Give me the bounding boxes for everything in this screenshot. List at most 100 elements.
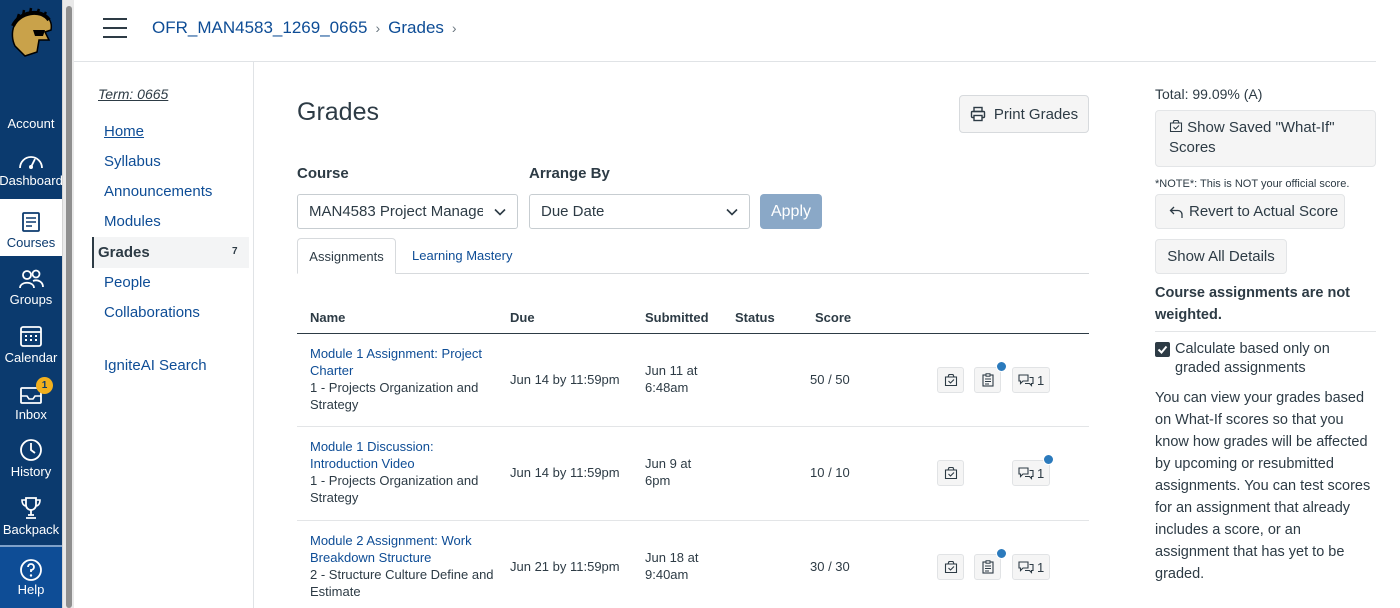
nav-calendar[interactable]: Calendar [0,314,62,371]
nav-history[interactable]: History [0,428,62,485]
calculate-graded-only-label[interactable]: Calculate based only on graded assignmen… [1175,340,1375,378]
nav-courses-label: Courses [6,235,56,250]
what-if-icon [944,466,957,480]
nav-help[interactable]: Help [0,545,62,608]
breadcrumb-course[interactable]: OFR_MAN4583_1269_0665 [152,18,367,38]
due-date: Jun 14 by 11:59pm [510,465,620,480]
comments-icon [1018,467,1034,480]
comment-count: 1 [1037,559,1045,575]
tab-divider [297,273,1089,274]
unread-dot [1043,454,1054,465]
arrange-by-value: Due Date [541,203,605,220]
course-select-value: MAN4583 Project Management [309,203,483,220]
assignment-module: 2 - Structure Culture Define and Estimat… [310,567,494,599]
inbox-badge: 1 [36,377,53,394]
chevron-down-icon [494,208,506,216]
breadcrumb-separator-icon: › [375,20,381,36]
left-scrollbar[interactable] [62,0,74,608]
arrange-by-select[interactable]: Due Date [529,194,750,229]
printer-icon [970,106,986,122]
unread-dot [996,361,1007,372]
term-label: Term: 0665 [98,86,169,102]
global-nav: Account Dashboard Courses Groups Calenda… [0,0,63,608]
comments-button[interactable]: 1 [1012,367,1051,393]
comment-count: 1 [1037,465,1045,481]
rubric-icon [981,560,994,574]
nav-account[interactable]: Account [0,80,62,137]
column-header-score: Score [815,310,852,325]
course-nav-grades-label: Grades [98,244,150,261]
nav-groups-label: Groups [9,292,53,307]
rubric-button[interactable] [974,367,1001,393]
tab-learning-mastery[interactable]: Learning Mastery [412,248,512,263]
page-title: Grades [297,98,379,126]
comments-icon [1018,374,1034,387]
grades-count-badge: 7 [232,246,238,257]
revert-to-actual-score-button[interactable]: Revert to Actual Score [1155,194,1345,229]
show-saved-what-if-label: Show Saved "What-If" Scores [1169,119,1335,156]
nav-courses[interactable]: Courses [0,199,62,256]
what-if-button[interactable] [937,460,964,486]
what-if-icon [944,560,957,574]
weighting-note: Course assignments are not weighted. [1155,285,1350,323]
what-if-icon [1169,119,1183,133]
official-score-note: *NOTE*: This is NOT your official score. [1155,178,1350,190]
menu-toggle-icon[interactable] [103,18,127,38]
rubric-icon [981,373,994,387]
show-saved-what-if-button[interactable]: Show Saved "What-If" Scores [1155,110,1376,167]
column-header-name: Name [310,310,346,325]
assignment-link[interactable]: Module 1 Assignment: Project Charter [310,346,495,379]
course-nav-igniteai-search[interactable]: IgniteAI Search [104,357,207,374]
score: 50 / 50 [810,372,850,387]
assignment-link[interactable]: Module 2 Assignment: Work Breakdown Stru… [310,533,495,566]
what-if-button[interactable] [937,554,964,580]
nav-dashboard[interactable]: Dashboard [0,137,63,194]
nav-history-label: History [10,464,52,479]
comments-icon [1018,561,1034,574]
comment-count: 1 [1037,372,1045,388]
nav-groups[interactable]: Groups [0,256,62,313]
arrange-by-label: Arrange By [529,165,610,182]
due-date: Jun 14 by 11:59pm [510,372,620,387]
show-all-details-button[interactable]: Show All Details [1155,239,1287,274]
course-nav-people[interactable]: People [104,274,151,291]
nav-inbox[interactable]: 1 Inbox [0,371,62,428]
course-nav-collaborations[interactable]: Collaborations [104,304,200,321]
course-label: Course [297,165,349,182]
checkmark-icon [1157,345,1168,354]
assignment-link[interactable]: Module 1 Discussion: Introduction Video [310,439,495,472]
tab-assignments[interactable]: Assignments [297,238,396,274]
course-nav-syllabus[interactable]: Syllabus [104,153,161,170]
what-if-button[interactable] [937,367,964,393]
print-grades-label: Print Grades [993,105,1079,123]
what-if-info-text: You can view your grades based on What-I… [1155,390,1371,582]
history-icon [20,439,42,461]
groups-icon [19,269,44,289]
chevron-down-icon [726,208,738,216]
what-if-icon [944,373,957,387]
dashboard-icon [19,156,43,169]
print-grades-button[interactable]: Print Grades [959,95,1089,133]
row-divider [297,426,1089,427]
breadcrumb-grades[interactable]: Grades [388,18,444,38]
nav-dashboard-label: Dashboard [0,173,63,188]
rubric-button[interactable] [974,554,1001,580]
apply-button[interactable]: Apply [760,194,822,229]
course-nav-modules[interactable]: Modules [104,213,161,230]
course-nav-announcements[interactable]: Announcements [104,183,212,200]
breadcrumb: OFR_MAN4583_1269_0665 › Grades › [152,18,457,38]
institution-logo-icon[interactable] [0,0,62,68]
scrollbar-thumb[interactable] [66,6,72,608]
nav-backpack[interactable]: Backpack [0,486,62,543]
column-header-submitted: Submitted [645,310,709,325]
total-grade: Total: 99.09% (A) [1155,86,1263,102]
nav-backpack-label: Backpack [2,522,60,537]
comments-button[interactable]: 1 [1012,554,1051,580]
course-select[interactable]: MAN4583 Project Management [297,194,518,229]
course-nav-home[interactable]: Home [104,123,144,140]
calculate-graded-only-checkbox[interactable] [1155,342,1170,357]
sidebar-divider [1155,331,1376,332]
help-icon [20,559,42,581]
trophy-icon [21,497,41,519]
unread-dot [996,548,1007,559]
